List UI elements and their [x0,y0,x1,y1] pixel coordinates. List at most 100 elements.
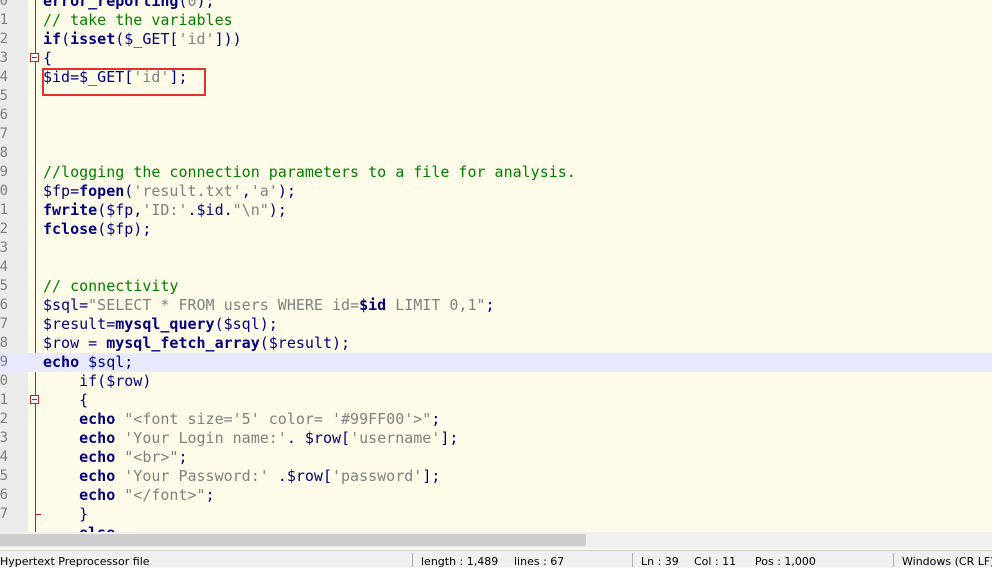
code-token: 0 [187,0,197,10]
horizontal-scrollbar[interactable] [0,532,992,548]
code-token: echo [79,429,116,447]
line-number: 8 [0,335,8,351]
code-text: //logging the connection parameters to a… [43,163,576,182]
status-pos: Pos : 1,000 [755,555,816,568]
code-line[interactable]: 0 $fp=fopen('result.txt','a'); [0,182,992,201]
line-number: 1 [0,392,8,408]
line-number: 8 [0,145,8,161]
code-line[interactable]: 6 [0,106,992,125]
code-line[interactable]: 8 [0,144,992,163]
code-text: // connectivity [43,277,178,296]
fold-end-marker [35,514,41,515]
code-line[interactable]: 7 [0,125,992,144]
code-text: { [43,391,88,410]
code-token: "<br>" [124,448,179,466]
line-number: 7 [0,316,8,332]
code-line[interactable]: 2 if(isset($_GET['id'])) [0,30,992,49]
code-line[interactable]: 9 echo $sql; [0,353,992,372]
code-token: "<font size='5' color= '#99FF00'>" [124,410,432,428]
code-token: ($_GET[ [115,30,179,48]
line-number: 5 [0,88,8,104]
code-token: $sql; [79,353,134,371]
code-token: ($fp, [97,201,143,219]
code-line[interactable]: 4 echo "<br>"; [0,448,992,467]
code-line[interactable]: else [0,524,992,532]
code-token: ( [61,30,71,48]
code-token: ); [196,0,215,10]
code-token: , [241,182,251,200]
code-line[interactable]: 1 fwrite($fp,'ID:'.$id."\n"); [0,201,992,220]
code-token: // connectivity [43,277,179,295]
code-text: fclose($fp); [43,220,151,239]
code-line[interactable]: 7 $result=mysql_query($sql); [0,315,992,334]
status-ln: Ln : 39 [641,555,679,568]
code-text: echo "<br>"; [43,448,187,467]
code-text: else [43,524,115,532]
scrollbar-thumb[interactable] [0,534,586,546]
code-line[interactable]: 0 if($row) [0,372,992,391]
code-line[interactable]: 3{ [0,49,992,68]
code-line[interactable]: 6 echo "</font>"; [0,486,992,505]
line-number: 6 [0,297,8,313]
code-token: 'result.txt' [133,182,242,200]
code-line[interactable]: 5 echo 'Your Password:' .$row['password'… [0,467,992,486]
line-number: 2 [0,31,8,47]
code-text: // take the variables [43,11,233,30]
code-token: ; [485,296,495,314]
code-text: if($row) [43,372,151,391]
code-line[interactable]: 1 { [0,391,992,410]
code-token: if [43,30,62,48]
code-token: $id [359,296,387,314]
code-text: echo $sql; [43,353,133,372]
code-token: } [43,505,89,523]
code-line[interactable]: 2 fclose($fp); [0,220,992,239]
code-line[interactable]: 1 // take the variables [0,11,992,30]
code-token: ($fp); [97,220,152,238]
line-number: 4 [0,449,8,465]
code-token: $fp [43,182,71,200]
code-line[interactable]: 8 $row = mysql_fetch_array($result); [0,334,992,353]
code-text: $result=mysql_query($sql); [43,315,278,334]
code-line[interactable]: 5 // connectivity [0,277,992,296]
code-text: echo 'Your Password:' .$row['password']; [43,467,440,486]
code-token: echo [43,353,80,371]
code-line[interactable]: 6 $sql="SELECT * FROM users WHERE id=$id … [0,296,992,315]
code-line[interactable]: 0 error_reporting(0); [0,0,992,11]
code-line[interactable]: 4 [0,258,992,277]
code-token: mysql_fetch_array [106,334,260,352]
code-text: $row = mysql_fetch_array($result); [43,334,350,353]
line-number: 4 [0,259,8,275]
code-line[interactable]: 9 //logging the connection parameters to … [0,163,992,182]
code-editor[interactable]: 0 error_reporting(0); 1// take the variabl… [0,0,992,532]
code-token: isset [70,30,116,48]
code-token: else [43,524,115,532]
code-line[interactable]: 3 echo 'Your Login name:'. $row['usernam… [0,429,992,448]
code-text: if(isset($_GET['id'])) [43,30,242,49]
code-line[interactable]: 2 echo "<font size='5' color= '#99FF00'>… [0,410,992,429]
line-number [0,524,8,532]
code-token: if($row) [43,372,152,390]
code-text: { [43,49,52,68]
code-token: ]; [440,429,459,447]
code-token: $result [43,315,107,333]
code-token: ])) [214,30,242,48]
status-separator [893,553,894,567]
fold-toggle-icon[interactable] [30,395,39,404]
code-token: ]; [422,467,441,485]
code-token: fclose [43,220,98,238]
status-length: length : 1,489 [421,555,499,568]
code-text: fwrite($fp,'ID:'.$id."\n"); [43,201,287,220]
line-number: 9 [0,164,8,180]
code-token: //logging the connection parameters to a… [43,163,576,181]
code-token: fopen [79,182,125,200]
fold-toggle-icon[interactable] [30,53,39,62]
code-token: 'Your Login name:' [124,429,287,447]
line-number: 0 [0,373,8,389]
code-line[interactable]: 7 } [0,505,992,524]
line-number: 1 [0,12,8,28]
code-line[interactable]: 3 [0,239,992,258]
